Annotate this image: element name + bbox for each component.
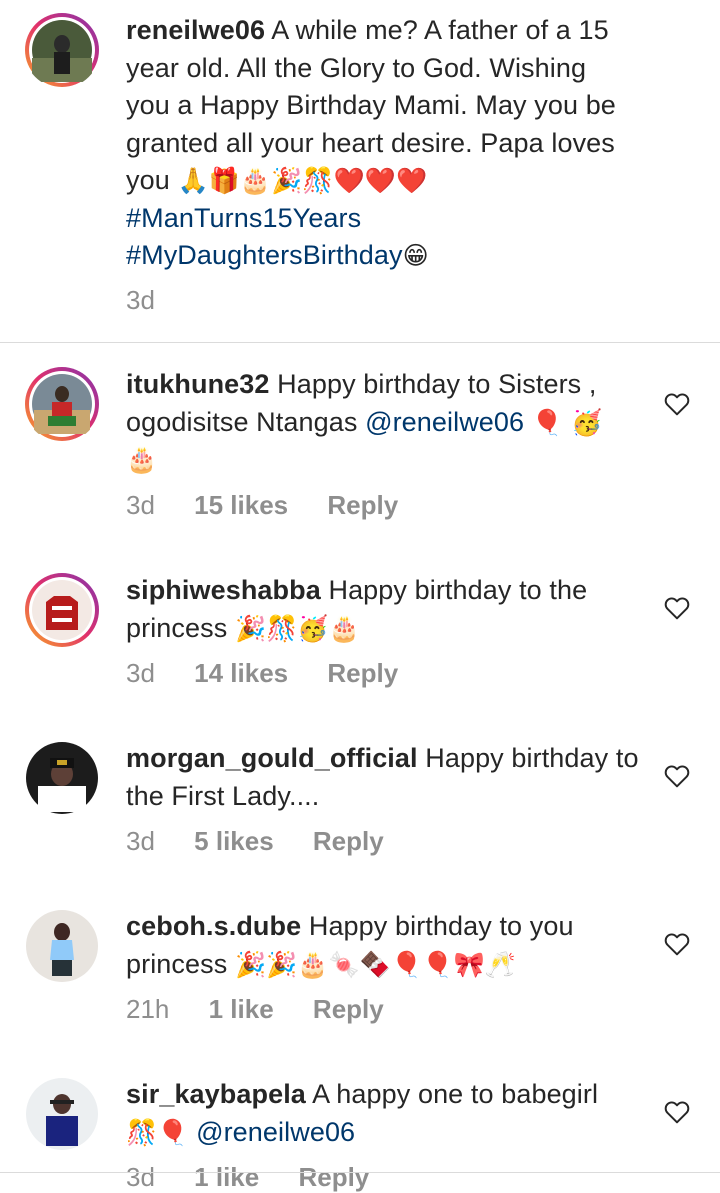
avatar[interactable] (24, 366, 100, 442)
bottom-bar-divider (0, 1172, 720, 1173)
hashtag-link[interactable]: #MyDaughtersBirthday (126, 240, 403, 270)
comment-emojis: 🎊🎈 (126, 1117, 189, 1147)
caption-emojis: 🙏🎁🎂🎉🎊❤️❤️❤️ (177, 166, 428, 195)
hashtag-link[interactable]: #ManTurns15Years (126, 203, 361, 233)
comment-body: A happy one to babegirl (312, 1079, 599, 1109)
heart-outline-icon[interactable] (664, 764, 690, 788)
comment-username[interactable]: itukhune32 (126, 369, 270, 399)
caption-text: reneilwe06 A while me? A father of a 15 … (126, 12, 646, 275)
comment-username[interactable]: siphiweshabba (126, 575, 321, 605)
likes-count[interactable]: 1 like (209, 994, 274, 1025)
caption-time: 3d (126, 285, 155, 315)
caption-username[interactable]: reneilwe06 (126, 15, 265, 45)
heart-outline-icon[interactable] (664, 596, 690, 620)
comment-text: morgan_gould_official Happy birthday to … (126, 740, 646, 815)
hashtag-emoji: 😁 (402, 241, 429, 270)
comment-time: 3d (126, 490, 155, 520)
comment-body: princess (126, 612, 228, 643)
comment-body: Happy birthday to the (328, 575, 588, 605)
comment-emojis: 🎂 (126, 445, 158, 474)
comment-item: itukhune32 Happy birthday to Sisters , o… (0, 366, 720, 536)
caption-line: A while me? A father of a 15 (271, 15, 609, 45)
reply-button[interactable]: Reply (327, 658, 398, 689)
avatar[interactable] (24, 740, 100, 816)
likes-count[interactable]: 14 likes (194, 658, 288, 689)
comment-item: ceboh.s.dube Happy birthday to you princ… (0, 908, 720, 1038)
caption: reneilwe06 A while me? A father of a 15 … (0, 0, 720, 343)
comment-username[interactable]: morgan_gould_official (126, 743, 418, 773)
comment-meta: 3d 1 like Reply (126, 1162, 401, 1193)
caption-line: you (126, 165, 170, 195)
comment-emojis: 🎉🎊🥳🎂 (234, 613, 360, 643)
caption-line: year old. All the Glory to God. Wishing (126, 52, 587, 83)
avatar[interactable] (24, 12, 100, 88)
comment-body: Happy birthday to (425, 743, 639, 773)
mention-link[interactable]: @reneilwe06 (196, 1117, 355, 1147)
comment-item: morgan_gould_official Happy birthday to … (0, 740, 720, 870)
avatar[interactable] (24, 908, 100, 984)
heart-outline-icon[interactable] (664, 392, 690, 416)
comment-item: sir_kaybapela A happy one to babegirl 🎊🎈… (0, 1076, 720, 1192)
comment-body: ogodisitse Ntangas (126, 406, 358, 437)
mention-link[interactable]: @reneilwe06 (365, 407, 524, 437)
comment-meta: 3d 15 likes Reply (126, 490, 430, 521)
heart-outline-icon[interactable] (664, 1100, 690, 1124)
comment-username[interactable]: sir_kaybapela (126, 1079, 306, 1109)
comment-emojis: 🎈 🥳 (531, 407, 603, 437)
caption-line: granted all your heart desire. Papa love… (126, 127, 615, 158)
comment-time: 3d (126, 1162, 155, 1192)
comment-time: 21h (126, 994, 170, 1024)
comment-item: siphiweshabba Happy birthday to the prin… (0, 572, 720, 702)
reply-button[interactable]: Reply (327, 490, 398, 521)
likes-count[interactable]: 15 likes (194, 490, 288, 521)
comment-text: siphiweshabba Happy birthday to the prin… (126, 572, 646, 647)
reply-button[interactable]: Reply (313, 994, 384, 1025)
comment-body: princess (126, 948, 228, 979)
avatar[interactable] (24, 572, 100, 648)
reply-button[interactable]: Reply (298, 1162, 369, 1193)
comment-text: itukhune32 Happy birthday to Sisters , o… (126, 366, 646, 479)
comment-meta: 21h 1 like Reply (126, 994, 416, 1025)
comment-time: 3d (126, 658, 155, 688)
comment-body: Happy birthday to you (308, 911, 574, 941)
heart-outline-icon[interactable] (664, 932, 690, 956)
comment-meta: 3d 14 likes Reply (126, 658, 430, 689)
caption-line: you a Happy Birthday Mami. May you be (126, 90, 616, 120)
comment-time: 3d (126, 826, 155, 856)
comment-text: sir_kaybapela A happy one to babegirl 🎊🎈… (126, 1076, 646, 1151)
likes-count[interactable]: 5 likes (194, 826, 274, 857)
avatar[interactable] (24, 1076, 100, 1152)
comment-meta: 3d 5 likes Reply (126, 826, 416, 857)
likes-count[interactable]: 1 like (194, 1162, 259, 1193)
comment-emojis: 🎉🎉🎂🍬🍫🎈🎈🎀🥂 (234, 949, 517, 979)
comment-username[interactable]: ceboh.s.dube (126, 911, 301, 941)
comment-body: the First Lady.... (126, 780, 320, 811)
comment-body: Happy birthday to Sisters , (277, 369, 597, 399)
comment-text: ceboh.s.dube Happy birthday to you princ… (126, 908, 646, 983)
reply-button[interactable]: Reply (313, 826, 384, 857)
caption-meta: 3d (126, 285, 187, 316)
